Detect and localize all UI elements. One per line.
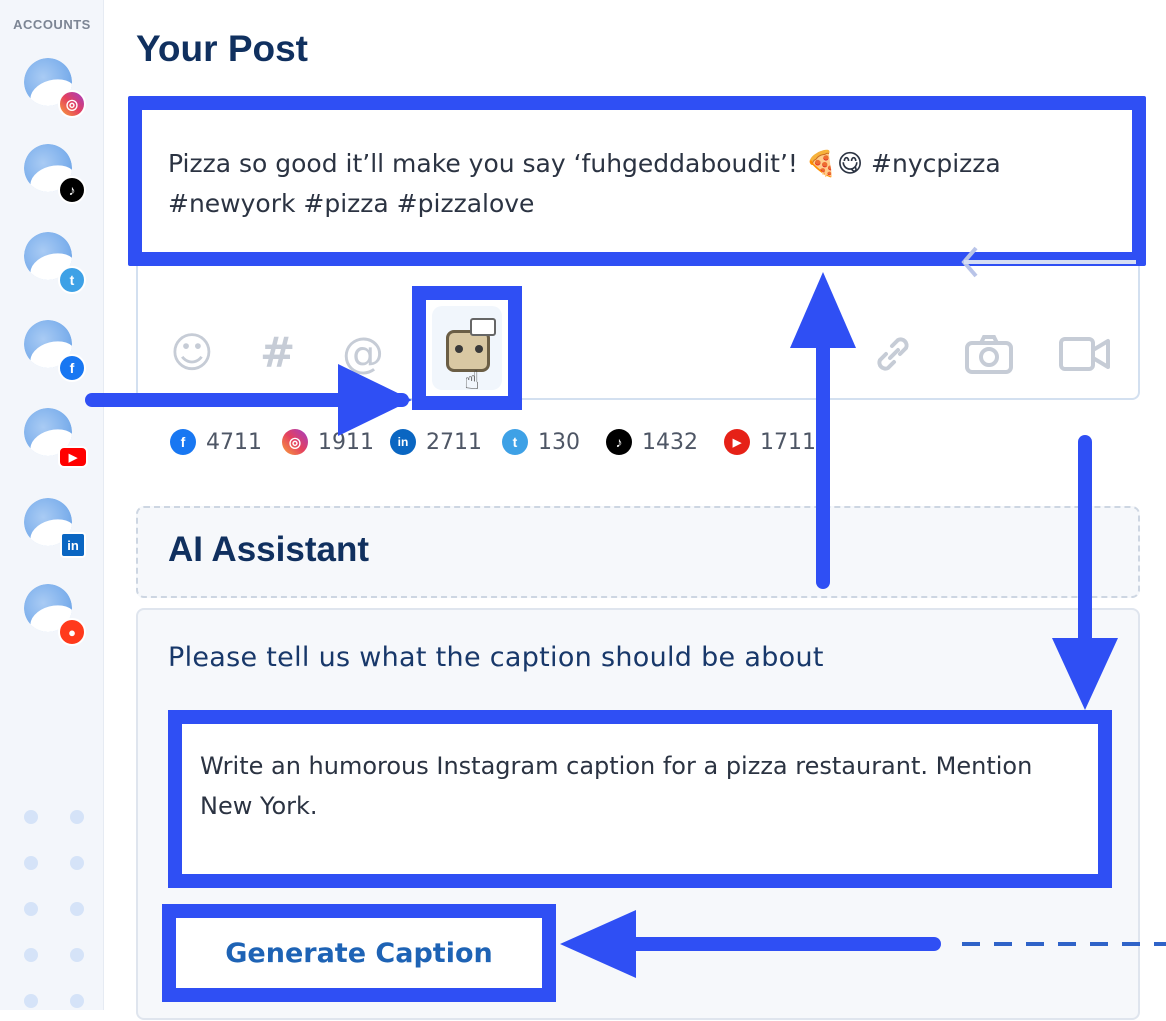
drag-dot (70, 948, 84, 962)
prompt-label: Please tell us what the caption should b… (168, 642, 824, 673)
mention-icon[interactable]: @ (342, 332, 384, 374)
page-title: Your Post (136, 28, 308, 69)
link-icon[interactable] (872, 334, 914, 374)
chat-bubble-icon (470, 318, 496, 336)
accounts-sidebar: ACCOUNTS ◎ ♪ t f ▶ in ● (0, 0, 104, 1010)
hashtag-icon[interactable]: # (260, 332, 295, 374)
video-icon[interactable] (1058, 336, 1112, 372)
drag-dot (24, 810, 38, 824)
ai-assistant-title: AI Assistant (168, 530, 369, 569)
stat-count: 1432 (642, 429, 698, 455)
youtube-icon: ▶ (724, 429, 750, 455)
instagram-icon: ◎ (58, 90, 86, 118)
drag-dot (70, 994, 84, 1008)
twitter-icon: t (58, 266, 86, 294)
stat-youtube: ▶ 1711 (724, 428, 816, 456)
caption-prompt-input[interactable]: Write an humorous Instagram caption for … (168, 710, 1112, 888)
stat-count: 4711 (206, 429, 262, 455)
stat-count: 130 (538, 429, 580, 455)
stat-twitter: t 130 (502, 428, 580, 456)
youtube-icon: ▶ (58, 446, 88, 468)
reddit-icon: ● (58, 618, 86, 646)
post-text-area[interactable]: Pizza so good it’ll make you say ‘fuhged… (128, 96, 1146, 266)
stat-instagram: ◎ 1911 (282, 428, 374, 456)
tiktok-icon: ♪ (606, 429, 632, 455)
drag-dot (24, 948, 38, 962)
facebook-icon: f (170, 429, 196, 455)
drag-dot (70, 810, 84, 824)
ai-assistant-button[interactable]: ☝ (412, 286, 522, 410)
linkedin-icon: in (390, 429, 416, 455)
stat-linkedin: in 2711 (390, 428, 482, 456)
tiktok-icon: ♪ (58, 176, 86, 204)
ai-assistant-header[interactable]: AI Assistant (136, 506, 1140, 598)
linkedin-icon: in (60, 532, 86, 558)
generate-caption-label: Generate Caption (225, 937, 493, 969)
stat-count: 1711 (760, 429, 816, 455)
instagram-icon: ◎ (282, 429, 308, 455)
stat-count: 2711 (426, 429, 482, 455)
post-text: Pizza so good it’ll make you say ‘fuhged… (168, 149, 1001, 218)
drag-dot (24, 902, 38, 916)
drag-dot (24, 994, 38, 1008)
twitter-icon: t (502, 429, 528, 455)
drag-dot (70, 856, 84, 870)
drag-dot (24, 856, 38, 870)
facebook-icon: f (58, 354, 86, 382)
pointer-hand-icon: ☝ (464, 366, 480, 396)
generate-caption-button[interactable]: Generate Caption (162, 904, 556, 1002)
prompt-text: Write an humorous Instagram caption for … (200, 752, 1033, 820)
sidebar-title: ACCOUNTS (13, 17, 91, 32)
emoji-icon[interactable]: ☺ (170, 332, 214, 374)
stat-facebook: f 4711 (170, 428, 262, 456)
stat-tiktok: ♪ 1432 (606, 428, 698, 456)
camera-icon[interactable] (964, 334, 1014, 374)
robot-icon: ☝ (432, 306, 502, 396)
drag-dot (70, 902, 84, 916)
stat-count: 1911 (318, 429, 374, 455)
